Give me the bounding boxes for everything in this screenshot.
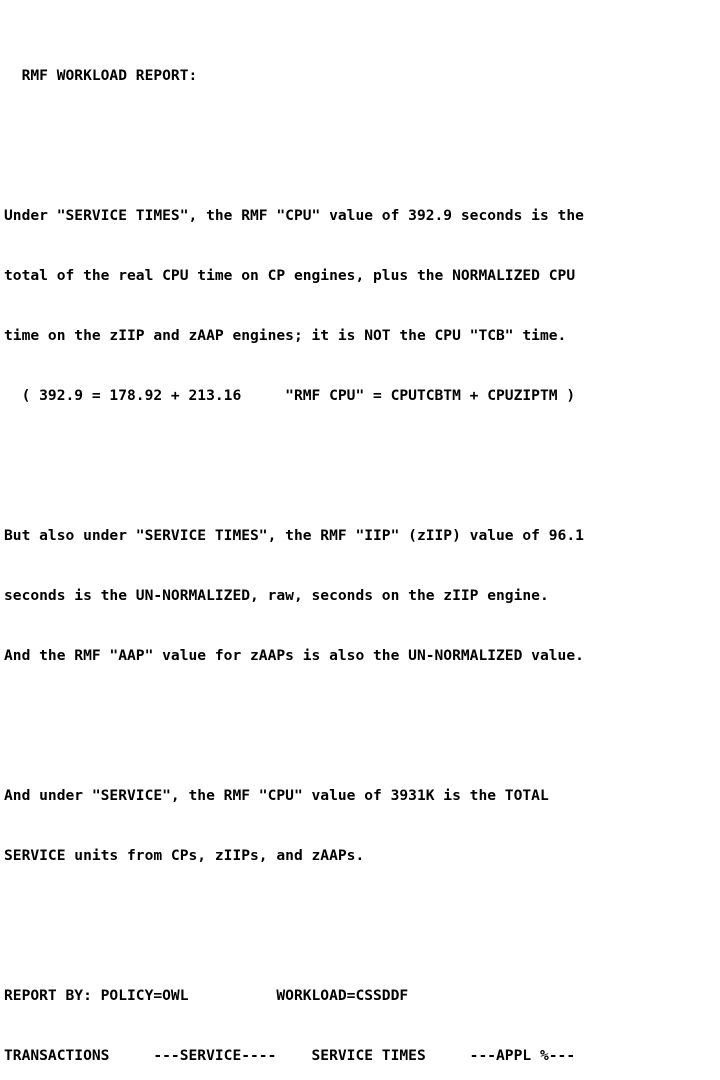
paragraph1-line1: Under "SERVICE TIMES", the RMF "CPU" val… xyxy=(4,207,584,224)
report-text-canvas: RMF WORKLOAD REPORT: Under "SERVICE TIME… xyxy=(4,6,716,1080)
report-column-headers: TRANSACTIONS ---SERVICE---- SERVICE TIME… xyxy=(4,1047,576,1064)
paragraph2-line1: But also under "SERVICE TIMES", the RMF … xyxy=(4,527,584,544)
paragraph2-line3: And the RMF "AAP" value for zAAPs is als… xyxy=(4,647,584,664)
spacer-line-2 xyxy=(4,446,716,466)
spacer-line-4 xyxy=(4,906,716,926)
paragraph2-line2: seconds is the UN-NORMALIZED, raw, secon… xyxy=(4,587,549,604)
spacer-line-1 xyxy=(4,126,716,146)
paragraph1-line3: time on the zIIP and zAAP engines; it is… xyxy=(4,327,567,344)
paragraph1-line4-formula: ( 392.9 = 178.92 + 213.16 "RMF CPU" = CP… xyxy=(4,387,576,404)
spacer-line-3 xyxy=(4,706,716,726)
report-page: RMF WORKLOAD REPORT: Under "SERVICE TIME… xyxy=(0,0,720,1064)
paragraph3-line2: SERVICE units from CPs, zIIPs, and zAAPs… xyxy=(4,847,365,864)
report-header-line: REPORT BY: POLICY=OWL WORKLOAD=CSSDDF xyxy=(4,987,409,1004)
report-title: RMF WORKLOAD REPORT: xyxy=(4,67,198,84)
paragraph3-line1: And under "SERVICE", the RMF "CPU" value… xyxy=(4,787,549,804)
paragraph1-line2: total of the real CPU time on CP engines… xyxy=(4,267,576,284)
